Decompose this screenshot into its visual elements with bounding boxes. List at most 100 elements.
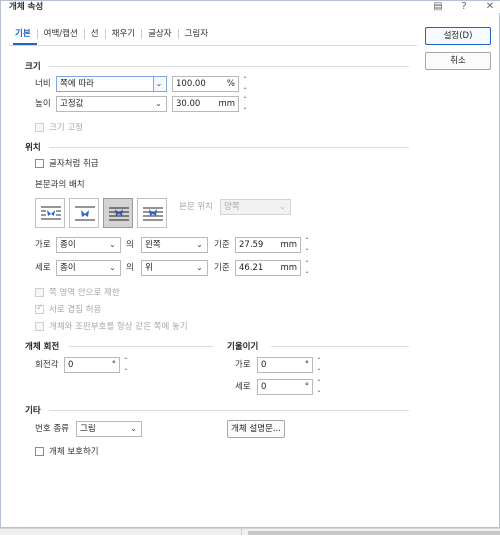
horiz-of-label: 의 <box>126 240 134 250</box>
chevron-up-icon[interactable]: ⌃ <box>241 76 249 84</box>
tab-bar: 기본 여백/캡션 선 채우기 글상자 그림자 <box>9 27 214 41</box>
horiz-basis-label: 기준 <box>214 240 230 250</box>
ok-button[interactable]: 설정(D) <box>425 27 491 45</box>
wrap-in-front-button[interactable] <box>137 198 167 228</box>
width-spinner[interactable]: ⌃ ⌄ <box>241 76 249 92</box>
status-bar: ⋮ <box>0 528 500 536</box>
width-value-input[interactable]: 100.00 % <box>172 76 239 92</box>
wrap-behind-text-button[interactable] <box>103 198 133 228</box>
height-unit: mm <box>218 99 235 109</box>
cancel-button[interactable]: 취소 <box>425 52 491 70</box>
other-section-title: 기타 <box>25 406 41 416</box>
tab-shadow[interactable]: 그림자 <box>179 27 214 41</box>
chevron-down-icon: ⌄ <box>109 263 116 272</box>
section-divider <box>69 346 213 347</box>
width-mode-select[interactable]: 쪽에 따라 ⌄ <box>56 76 167 92</box>
chevron-up-icon[interactable]: ⌃ <box>315 379 323 387</box>
tab-fill[interactable]: 채우기 <box>106 27 141 41</box>
skew-section-title: 기울이기 <box>227 342 259 352</box>
number-type-value: 그림 <box>80 424 96 434</box>
chevron-down-icon[interactable]: ⌄ <box>303 268 311 276</box>
size-section-title: 크기 <box>25 62 41 72</box>
object-description-button[interactable]: 개체 설명문... <box>227 420 285 438</box>
title-bar: 개체 속성 ▤ ? ✕ <box>1 1 500 13</box>
wrap-square-icon <box>41 206 61 220</box>
vert-pos-label: 세로 <box>35 263 51 273</box>
rotation-angle-input[interactable]: 0 ° <box>64 357 120 373</box>
keep-same-page-label: 개체와 조판부호를 항상 같은 쪽에 놓기 <box>49 322 188 332</box>
height-label: 높이 <box>35 99 51 109</box>
wrap-top-bottom-button[interactable] <box>69 198 99 228</box>
vert-offset-unit: mm <box>280 263 297 273</box>
wrap-square-button[interactable] <box>35 198 65 228</box>
tab-basic[interactable]: 기본 <box>9 27 37 41</box>
skew-vert-spinner[interactable]: ⌃ ⌄ <box>315 379 323 395</box>
chevron-down-icon: ⌄ <box>196 240 203 249</box>
object-properties-dialog: 개체 속성 ▤ ? ✕ 기본 여백/캡션 선 채우기 글상자 그림자 설정(D)… <box>0 0 500 528</box>
chevron-up-icon[interactable]: ⌃ <box>303 260 311 268</box>
skew-horiz-unit: ° <box>304 360 309 370</box>
vert-align-select[interactable]: 위 ⌄ <box>141 260 208 276</box>
chevron-down-icon[interactable]: ⌄ <box>122 365 130 373</box>
height-value-input[interactable]: 30.00 mm <box>172 96 239 112</box>
vert-of-label: 의 <box>126 263 134 273</box>
rotation-angle-spinner[interactable]: ⌃ ⌄ <box>122 357 130 373</box>
horiz-offset-value: 27.59 <box>239 240 264 250</box>
protect-object-checkbox[interactable] <box>35 447 44 456</box>
chevron-up-icon[interactable]: ⌃ <box>315 357 323 365</box>
chevron-down-icon[interactable]: ⌄ <box>303 245 311 253</box>
protect-object-label: 개체 보호하기 <box>49 447 99 457</box>
allow-overlap-checkbox[interactable] <box>35 303 44 314</box>
skew-vert-input[interactable]: 0 ° <box>257 379 313 395</box>
treat-as-char-label: 글자처럼 취급 <box>49 159 99 169</box>
chevron-down-icon[interactable]: ⌄ <box>241 104 249 112</box>
chevron-down-icon[interactable]: ⌄ <box>241 84 249 92</box>
tab-textbox[interactable]: 글상자 <box>142 27 177 41</box>
horiz-offset-spinner[interactable]: ⌃ ⌄ <box>303 237 311 253</box>
chevron-down-icon: ⌄ <box>130 424 137 433</box>
height-mode-select[interactable]: 고정값 ⌄ <box>56 96 167 112</box>
horiz-ref-select[interactable]: 종이 ⌄ <box>56 237 121 253</box>
horiz-offset-input[interactable]: 27.59 mm <box>235 237 301 253</box>
vert-align-value: 위 <box>145 263 153 273</box>
vert-ref-select[interactable]: 종이 ⌄ <box>56 260 121 276</box>
chevron-up-icon[interactable]: ⌃ <box>303 237 311 245</box>
vert-offset-spinner[interactable]: ⌃ ⌄ <box>303 260 311 276</box>
horizontal-scrollbar[interactable] <box>248 531 500 535</box>
horiz-align-select[interactable]: 왼쪽 ⌄ <box>141 237 208 253</box>
tabs-separator <box>9 45 417 46</box>
width-label: 너비 <box>35 79 51 89</box>
width-unit: % <box>226 79 235 89</box>
close-icon[interactable]: ✕ <box>485 1 495 13</box>
treat-as-char-checkbox[interactable] <box>35 159 44 168</box>
height-spinner[interactable]: ⌃ ⌄ <box>241 96 249 112</box>
limit-to-page-checkbox[interactable] <box>35 288 44 297</box>
rotation-angle-value: 0 <box>68 360 74 370</box>
skew-horiz-input[interactable]: 0 ° <box>257 357 313 373</box>
skew-horiz-spinner[interactable]: ⌃ ⌄ <box>315 357 323 373</box>
chevron-up-icon[interactable]: ⌃ <box>122 357 130 365</box>
keep-same-page-checkbox[interactable] <box>35 322 44 331</box>
help-icon[interactable]: ? <box>459 1 469 13</box>
position-section-title: 위치 <box>25 143 41 153</box>
text-layout-label: 본문과의 배치 <box>35 180 85 190</box>
skew-vert-unit: ° <box>304 382 309 392</box>
chevron-down-icon: ⌄ <box>279 202 286 211</box>
chevron-down-icon: ⌄ <box>109 240 116 249</box>
skew-vert-label: 세로 <box>235 382 251 392</box>
size-lock-checkbox[interactable] <box>35 123 44 132</box>
comment-icon[interactable]: ▤ <box>433 1 443 13</box>
text-position-select[interactable]: 양쪽 ⌄ <box>220 199 291 215</box>
section-divider <box>49 410 409 411</box>
tab-line[interactable]: 선 <box>85 27 105 41</box>
chevron-up-icon[interactable]: ⌃ <box>241 96 249 104</box>
chevron-down-icon[interactable]: ⌄ <box>315 387 323 395</box>
chevron-down-icon[interactable]: ⌄ <box>315 365 323 373</box>
text-position-label: 본문 위치 <box>179 202 213 212</box>
tab-margin-caption[interactable]: 여백/캡션 <box>38 27 84 41</box>
number-type-select[interactable]: 그림 ⌄ <box>76 421 142 437</box>
size-lock-label: 크기 고정 <box>49 123 83 133</box>
vert-basis-label: 기준 <box>214 263 230 273</box>
vert-offset-input[interactable]: 46.21 mm <box>235 260 301 276</box>
width-value: 100.00 <box>176 79 206 89</box>
